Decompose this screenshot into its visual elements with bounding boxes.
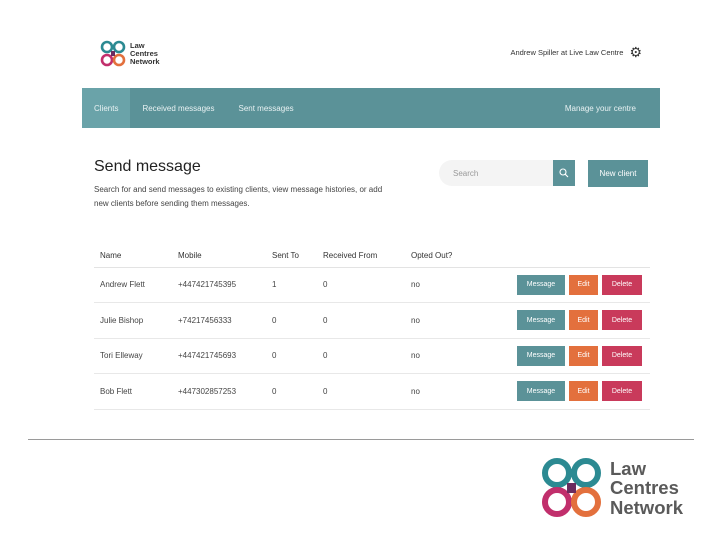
client-sent-to: 0 xyxy=(266,338,317,374)
footer-logo-line-2: Centres xyxy=(610,477,679,499)
table-row: Bob Flett +447302857253 0 0 no Message E… xyxy=(94,373,650,410)
search-icon xyxy=(559,168,569,178)
column-header-actions xyxy=(475,244,650,268)
tab-clients[interactable]: Clients xyxy=(82,88,131,128)
message-button[interactable]: Message xyxy=(517,381,565,402)
client-mobile: +447302857253 xyxy=(172,373,266,410)
table-row: Julie Bishop +74217456333 0 0 no Message… xyxy=(94,302,650,339)
delete-button[interactable]: Delete xyxy=(602,381,642,402)
header-logo: Law Centres Network xyxy=(100,40,160,68)
delete-button[interactable]: Delete xyxy=(602,274,642,295)
search-input[interactable] xyxy=(439,168,549,178)
delete-button[interactable]: Delete xyxy=(602,345,642,366)
delete-button[interactable]: Delete xyxy=(602,310,642,331)
logo-text: Law Centres Network xyxy=(130,42,160,66)
edit-button[interactable]: Edit xyxy=(569,381,598,402)
tab-received-messages[interactable]: Received messages xyxy=(130,88,226,128)
column-header-received-from: Received From xyxy=(317,244,405,268)
message-button[interactable]: Message xyxy=(517,274,565,295)
search-button[interactable] xyxy=(553,160,575,186)
footer-logo-line-3: Network xyxy=(610,496,683,518)
manage-centre-link[interactable]: Manage your centre xyxy=(553,88,660,128)
row-actions: Message Edit Delete xyxy=(475,267,650,303)
column-header-name: Name xyxy=(94,244,172,268)
message-button[interactable]: Message xyxy=(517,345,565,366)
row-actions: Message Edit Delete xyxy=(475,338,650,374)
logo-line-3: Network xyxy=(130,57,160,66)
page-description: Search for and send messages to existing… xyxy=(94,185,383,208)
client-name-link[interactable]: Andrew Flett xyxy=(94,267,172,303)
client-sent-to[interactable]: 1 xyxy=(266,267,317,303)
edit-button[interactable]: Edit xyxy=(569,310,598,331)
client-opted-out: no xyxy=(405,267,475,303)
client-received-from: 0 xyxy=(317,302,405,339)
message-button[interactable]: Message xyxy=(517,310,565,331)
client-received-from: 0 xyxy=(317,267,405,303)
divider xyxy=(28,439,694,440)
new-client-button[interactable]: New client xyxy=(588,160,648,187)
client-mobile: +447421745395 xyxy=(172,267,266,303)
footer-logo-line-1: Law xyxy=(610,457,646,479)
client-name-link[interactable]: Julie Bishop xyxy=(94,302,172,339)
client-mobile: +447421745693 xyxy=(172,338,266,374)
edit-button[interactable]: Edit xyxy=(569,345,598,366)
client-opted-out: no xyxy=(405,373,475,410)
client-opted-out: no xyxy=(405,338,475,374)
page-title: Send message xyxy=(94,158,201,175)
user-area: Andrew Spiller at Live Law Centre ⚙ xyxy=(510,45,642,59)
client-opted-out: no xyxy=(405,302,475,339)
client-name-link[interactable]: Bob Flett xyxy=(94,373,172,410)
client-name-link[interactable]: Tori Elleway xyxy=(94,338,172,374)
column-header-opted-out: Opted Out? xyxy=(405,244,475,268)
client-received-from: 0 xyxy=(317,338,405,374)
law-centres-logo-icon xyxy=(542,458,601,517)
column-header-mobile: Mobile xyxy=(172,244,266,268)
client-received-from: 0 xyxy=(317,373,405,410)
client-sent-to: 0 xyxy=(266,373,317,410)
user-label[interactable]: Andrew Spiller at Live Law Centre xyxy=(510,48,623,57)
footer-logo-text: Law Centres Network xyxy=(610,459,683,518)
row-actions: Message Edit Delete xyxy=(475,302,650,339)
tab-sent-messages[interactable]: Sent messages xyxy=(227,88,306,128)
client-mobile: +74217456333 xyxy=(172,302,266,339)
footer-logo: Law Centres Network xyxy=(540,456,683,520)
law-centres-logo-icon xyxy=(100,40,126,67)
column-header-sent-to: Sent To xyxy=(266,244,317,268)
row-actions: Message Edit Delete xyxy=(475,373,650,410)
gear-icon[interactable]: ⚙ xyxy=(629,45,642,59)
table-row: Andrew Flett +447421745395 1 0 no Messag… xyxy=(94,267,650,303)
edit-button[interactable]: Edit xyxy=(569,274,598,295)
client-sent-to: 0 xyxy=(266,302,317,339)
table-header-row: Name Mobile Sent To Received From Opted … xyxy=(94,244,650,268)
clients-table: Name Mobile Sent To Received From Opted … xyxy=(94,244,650,410)
table-row: Tori Elleway +447421745693 0 0 no Messag… xyxy=(94,338,650,374)
nav-bar: Clients Received messages Sent messages … xyxy=(82,88,660,128)
